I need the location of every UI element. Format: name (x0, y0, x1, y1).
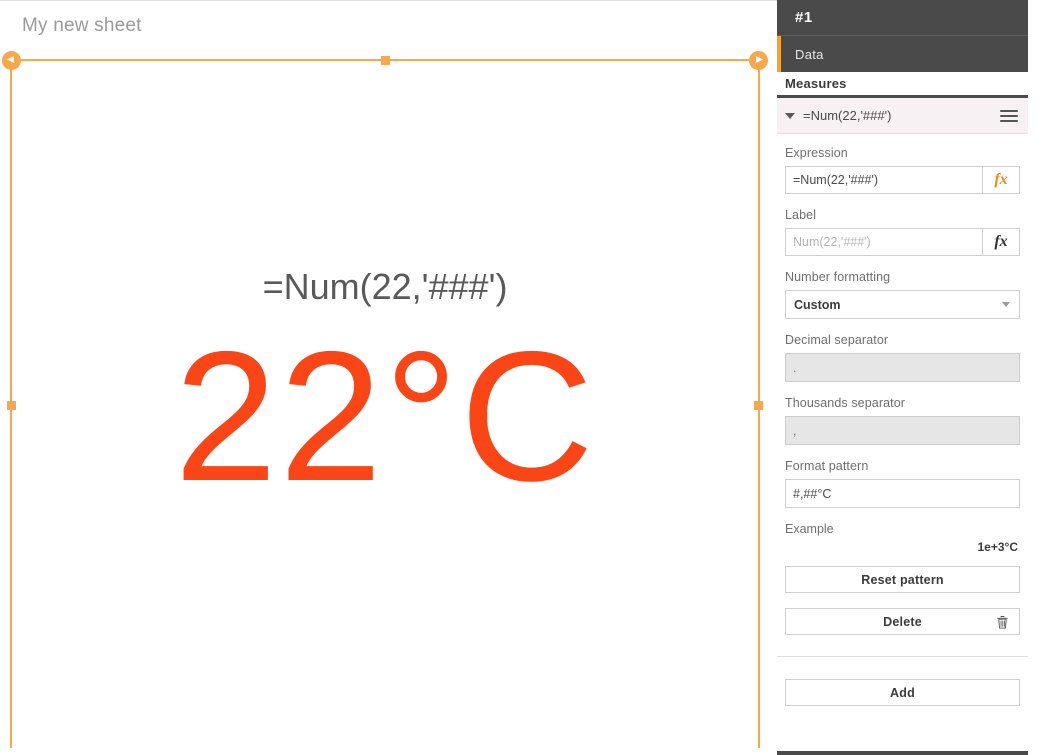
property-panel: #1 Data Measures =Num(22,'###') Expressi… (777, 0, 1043, 755)
expression-input-group: fx (785, 166, 1020, 194)
add-measure-button[interactable]: Add (785, 679, 1020, 706)
panel-footer-divider (777, 751, 1028, 755)
label-label: Label (785, 208, 817, 222)
resize-handle-right[interactable] (754, 400, 763, 410)
panel-body: Expression fx Label fx (777, 134, 1036, 706)
tab-active-indicator (777, 36, 781, 72)
example-label: Example (785, 522, 834, 536)
thousands-separator-field-block: Thousands separator (785, 396, 1020, 445)
expression-input[interactable] (785, 166, 983, 194)
thousands-separator-label: Thousands separator (785, 396, 906, 410)
reset-pattern-button[interactable]: Reset pattern (785, 566, 1020, 593)
visualization-content: =Num(22,'###') 22°C (12, 61, 758, 748)
expression-label: Expression (785, 146, 848, 160)
decimal-separator-label: Decimal separator (785, 333, 889, 347)
add-button-wrapper: Add (785, 657, 1020, 706)
example-row: Example 1e+3°C (785, 522, 1020, 554)
delete-button-label: Delete (883, 614, 922, 629)
expression-fx-button[interactable]: fx (983, 166, 1020, 194)
format-pattern-input[interactable] (785, 479, 1020, 508)
expression-field-block: Expression fx (785, 146, 1020, 194)
label-input[interactable] (785, 228, 983, 256)
label-field-block: Label fx (785, 208, 1020, 256)
hamburger-menu-icon[interactable] (1000, 109, 1018, 122)
number-formatting-label: Number formatting (785, 270, 891, 284)
resize-handle-left[interactable] (7, 400, 16, 410)
decimal-separator-input (785, 353, 1020, 382)
chevron-down-icon (1002, 302, 1010, 307)
triangle-left-icon (7, 56, 14, 63)
fx-icon: fx (994, 233, 1008, 250)
fx-icon: fx (994, 171, 1008, 188)
measure-list-item[interactable]: =Num(22,'###') (777, 98, 1028, 134)
caret-down-icon[interactable] (785, 112, 795, 119)
sheet-title[interactable]: My new sheet (22, 15, 142, 37)
label-input-group: fx (785, 228, 1020, 256)
trash-icon (997, 615, 1008, 628)
resize-handle-top-right[interactable] (749, 51, 768, 70)
visualization-selection-frame[interactable]: =Num(22,'###') 22°C (2, 51, 768, 748)
number-formatting-field-block: Number formatting Custom (785, 270, 1020, 319)
triangle-right-icon (756, 56, 763, 63)
example-value: 1e+3°C (977, 540, 1019, 554)
format-pattern-field-block: Format pattern (785, 459, 1020, 508)
panel-tab-label: Data (795, 46, 824, 62)
panel-tab-data[interactable]: Data (777, 35, 1028, 72)
resize-handle-top[interactable] (381, 56, 390, 65)
decimal-separator-field-block: Decimal separator (785, 333, 1020, 382)
number-formatting-selected-value: Custom (794, 297, 841, 312)
measures-section-title: Measures (777, 72, 1028, 98)
delete-measure-button[interactable]: Delete (785, 608, 1020, 635)
app-root: My new sheet =Num(22,'###') 22°C #1 Data… (0, 0, 1043, 755)
panel-right-gutter (1028, 0, 1043, 755)
sheet-canvas: My new sheet =Num(22,'###') 22°C (0, 0, 777, 755)
visualization-expression-label: =Num(22,'###') (262, 266, 508, 308)
measure-item-label: =Num(22,'###') (803, 108, 892, 123)
number-formatting-select[interactable]: Custom (785, 290, 1020, 319)
format-pattern-label: Format pattern (785, 459, 869, 473)
visualization-value: 22°C (174, 314, 596, 521)
panel-header-title: #1 (777, 0, 1028, 35)
thousands-separator-input (785, 416, 1020, 445)
resize-handle-top-left[interactable] (2, 51, 21, 70)
label-fx-button[interactable]: fx (983, 228, 1020, 256)
